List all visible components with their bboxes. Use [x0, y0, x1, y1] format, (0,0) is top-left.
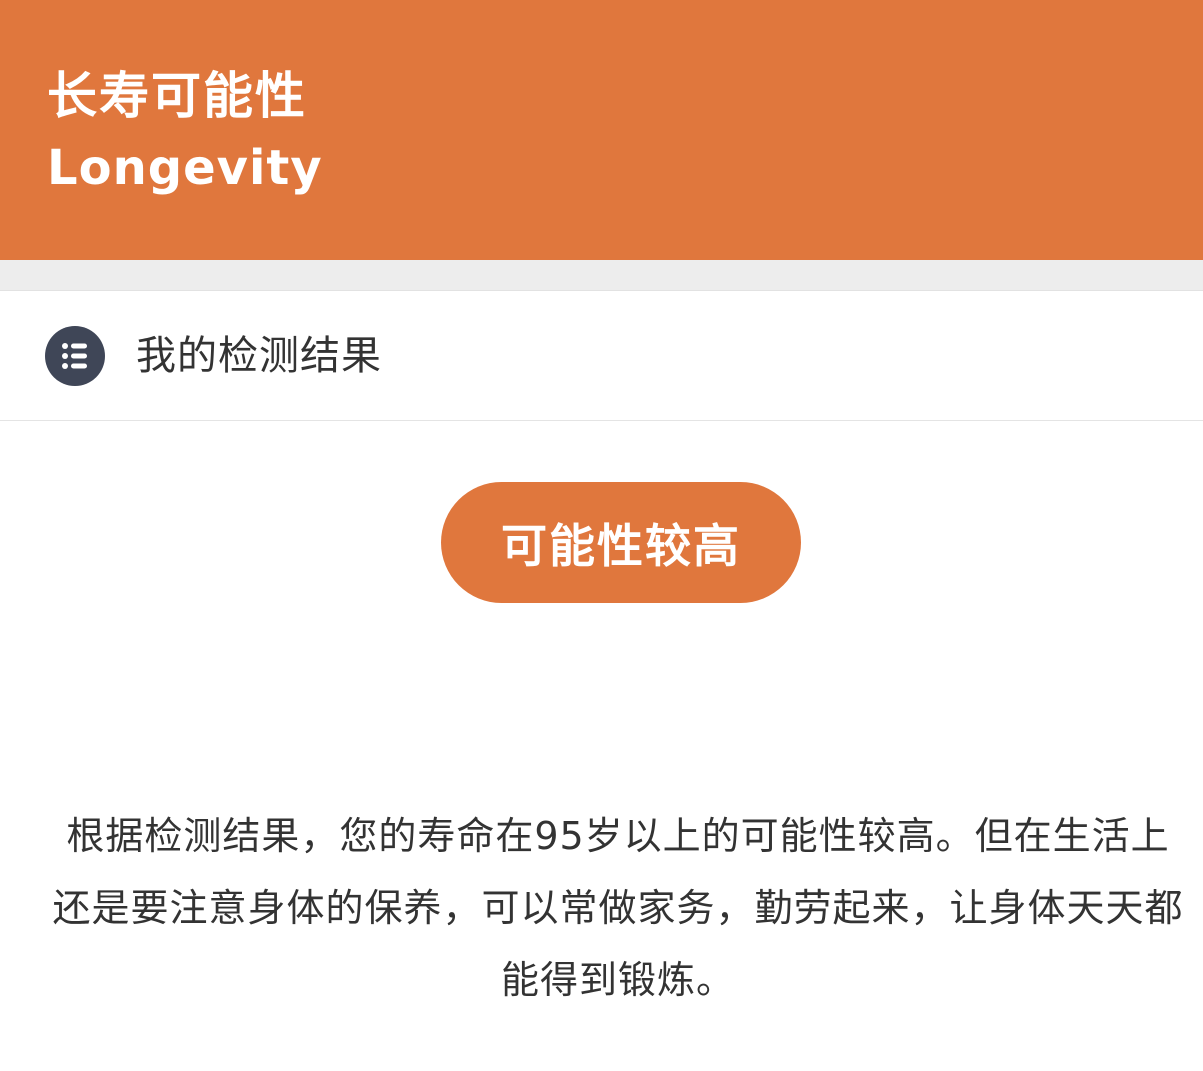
section-divider [0, 260, 1203, 291]
result-description: 根据检测结果，您的寿命在95岁以上的可能性较高。但在生活上还是要注意身体的保养，… [52, 814, 1184, 1002]
result-badge: 可能性较高 [441, 482, 801, 603]
page-subtitle: Longevity [47, 140, 323, 196]
header-banner: 长寿可能性 Longevity [0, 0, 1203, 260]
page-title: 长寿可能性 [47, 67, 307, 125]
section-header-my-results: 我的检测结果 [0, 291, 1203, 421]
list-icon [45, 326, 105, 386]
section-label: 我的检测结果 [136, 333, 382, 379]
